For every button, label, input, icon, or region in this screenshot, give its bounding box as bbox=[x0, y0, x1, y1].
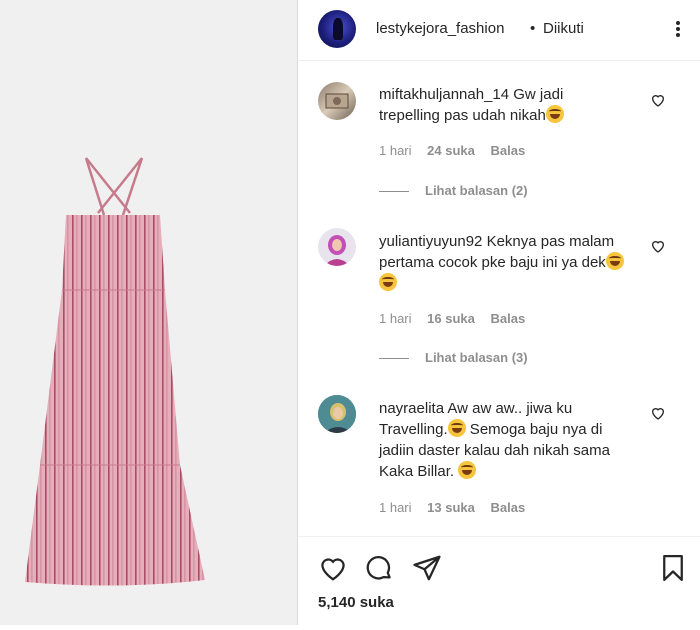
comment-meta: 1 hari 24 suka Balas bbox=[379, 143, 537, 158]
view-replies-label: Lihat balasan (2) bbox=[425, 183, 528, 198]
avatar[interactable] bbox=[318, 228, 356, 266]
comment-time: 1 hari bbox=[379, 311, 412, 326]
comment-meta: 1 hari 13 suka Balas bbox=[379, 500, 537, 515]
post-panel: lestykejora_fashion • Diikuti miftakhulj… bbox=[298, 0, 700, 625]
comment-likes[interactable]: 24 suka bbox=[427, 143, 475, 158]
comment-text: nayraelita Aw aw aw.. jiwa ku Travelling… bbox=[379, 398, 624, 482]
dress-illustration bbox=[25, 157, 205, 586]
laughing-emoji-icon bbox=[545, 105, 564, 123]
post-username[interactable]: lestykejora_fashion bbox=[376, 20, 504, 37]
share-icon[interactable] bbox=[412, 553, 442, 583]
post-header: lestykejora_fashion • Diikuti bbox=[298, 0, 700, 61]
comment-username[interactable]: yuliantiyuyun92 bbox=[379, 233, 482, 250]
view-replies-label: Lihat balasan (3) bbox=[425, 350, 528, 365]
header-separator: • bbox=[530, 20, 536, 37]
heart-icon[interactable] bbox=[650, 92, 666, 108]
comment-username[interactable]: miftakhuljannah_14 bbox=[379, 86, 509, 103]
action-bar: 5,140 suka bbox=[298, 536, 700, 626]
likes-count[interactable]: 5,140 suka bbox=[318, 594, 394, 611]
avatar[interactable] bbox=[318, 395, 356, 433]
comment-username[interactable]: nayraelita bbox=[379, 400, 444, 417]
comment-text: miftakhuljannah_14 Gw jadi trepelling pa… bbox=[379, 84, 624, 126]
comment-time: 1 hari bbox=[379, 500, 412, 515]
comment-icon[interactable] bbox=[364, 553, 394, 583]
avatar[interactable] bbox=[318, 82, 356, 120]
comment-meta: 1 hari 16 suka Balas bbox=[379, 311, 537, 326]
comment-text: yuliantiyuyun92 Keknya pas malam pertama… bbox=[379, 231, 624, 294]
reply-button[interactable]: Balas bbox=[490, 143, 525, 158]
comment-likes[interactable]: 13 suka bbox=[427, 500, 475, 515]
heart-icon[interactable] bbox=[650, 238, 666, 254]
follow-status[interactable]: Diikuti bbox=[543, 20, 584, 37]
comment-time: 1 hari bbox=[379, 143, 412, 158]
heart-icon[interactable] bbox=[650, 405, 666, 421]
laughing-emoji-icon bbox=[605, 252, 624, 270]
laughing-emoji-icon bbox=[447, 419, 466, 437]
reply-button[interactable]: Balas bbox=[490, 311, 525, 326]
laughing-emoji-icon bbox=[379, 273, 397, 291]
comment-likes[interactable]: 16 suka bbox=[427, 311, 475, 326]
post-image[interactable] bbox=[0, 0, 297, 625]
more-options-icon[interactable] bbox=[668, 14, 688, 44]
avatar[interactable] bbox=[318, 10, 356, 48]
bookmark-icon[interactable] bbox=[658, 553, 688, 583]
reply-button[interactable]: Balas bbox=[490, 500, 525, 515]
view-replies-button[interactable]: Lihat balasan (2) bbox=[379, 183, 528, 198]
heart-icon[interactable] bbox=[318, 553, 348, 583]
view-replies-button[interactable]: Lihat balasan (3) bbox=[379, 350, 528, 365]
laughing-emoji-icon bbox=[458, 461, 477, 479]
